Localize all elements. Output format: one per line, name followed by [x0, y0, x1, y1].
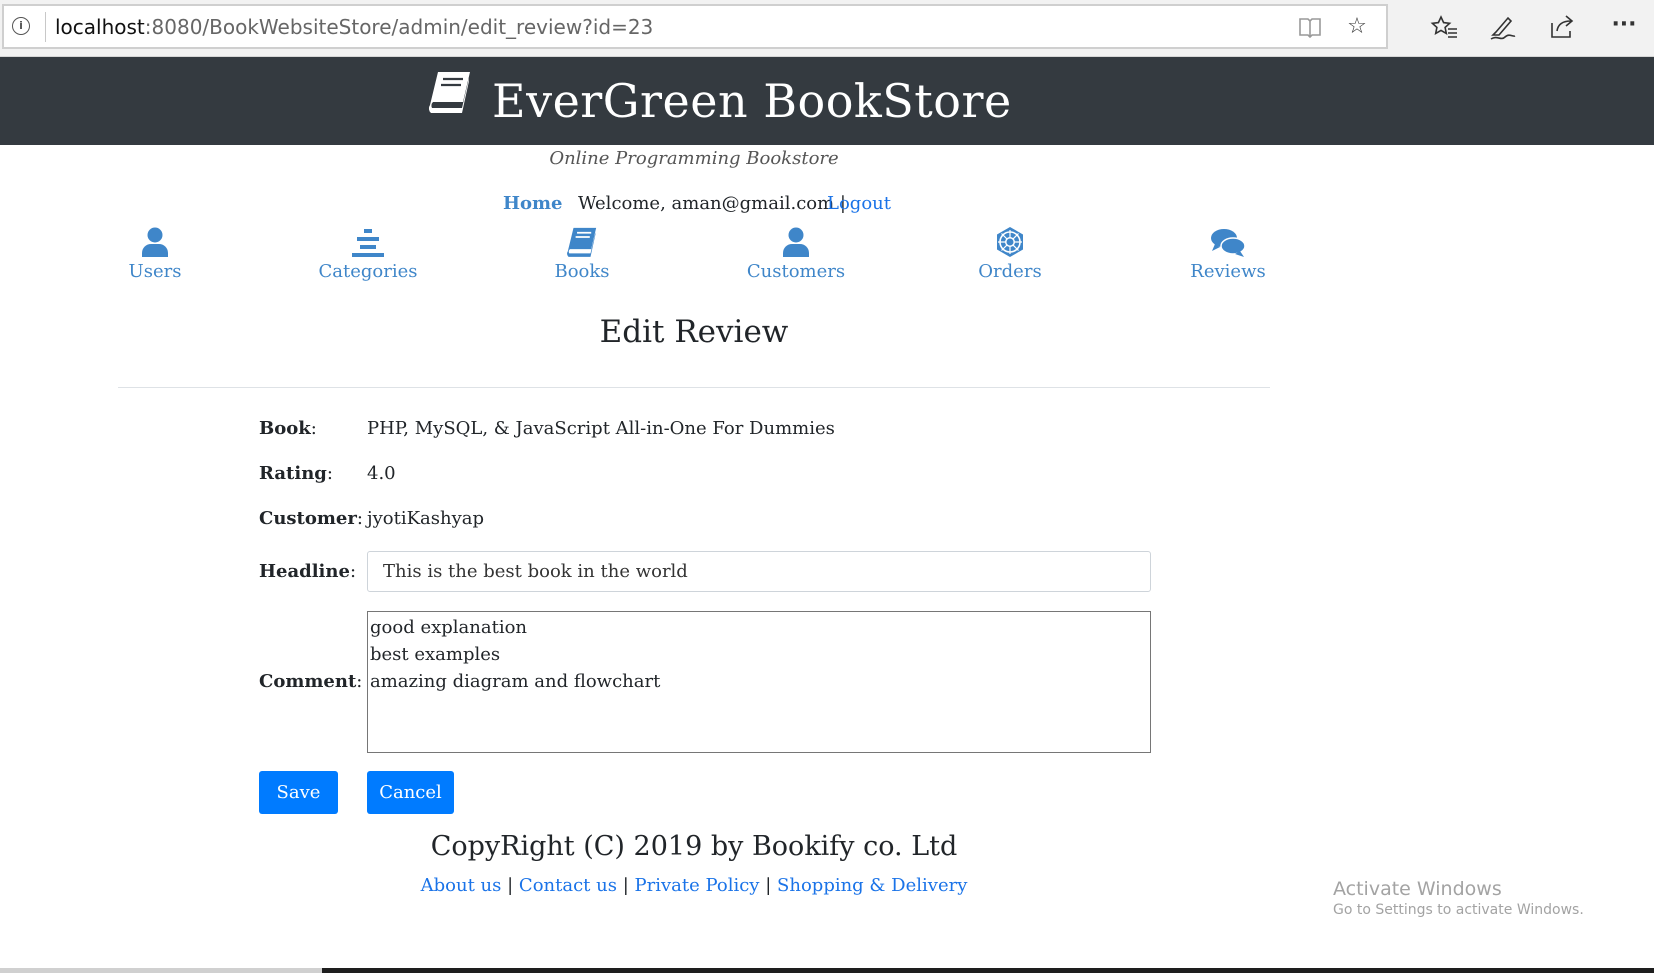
nav-item-categories[interactable]: Categories — [288, 226, 448, 282]
book-logo-icon — [426, 70, 474, 118]
nav-label-orders: Orders — [978, 261, 1042, 282]
activate-windows-hint: Go to Settings to activate Windows. — [1333, 902, 1584, 918]
nav-label-categories: Categories — [318, 261, 418, 282]
taskbar-edge-dark — [322, 968, 1654, 973]
rating-value: 4.0 — [367, 463, 396, 484]
nav-label-users: Users — [128, 261, 182, 282]
comments-icon — [1211, 229, 1246, 257]
comment-line: best examples — [370, 644, 501, 665]
footer-links: About us | Contact us | Private Policy |… — [0, 875, 1388, 896]
address-separator — [45, 12, 46, 42]
info-icon[interactable]: i — [12, 17, 30, 35]
copyright-text: CopyRight (C) 2019 by Bookify co. Ltd — [430, 831, 958, 862]
add-favorite-star-icon[interactable]: ☆ — [1342, 15, 1372, 39]
nav-item-books[interactable]: Books — [502, 226, 662, 282]
private-policy-link[interactable]: Private Policy — [635, 875, 760, 896]
nav-item-reviews[interactable]: Reviews — [1148, 226, 1308, 282]
site-tagline: Online Programming Bookstore — [549, 148, 839, 169]
contact-us-link[interactable]: Contact us — [519, 875, 617, 896]
nav-label-customers: Customers — [746, 261, 846, 282]
welcome-text: Welcome, aman@gmail.com | — [578, 193, 846, 214]
url-host: localhost — [55, 15, 145, 39]
save-button[interactable]: Save — [259, 771, 338, 814]
nav-item-customers[interactable]: Customers — [716, 226, 876, 282]
customer-label: Customer: — [259, 508, 363, 529]
nav-label-books: Books — [554, 261, 610, 282]
url-path: :8080/BookWebsiteStore/admin/edit_review… — [144, 15, 654, 39]
user-icon — [142, 227, 168, 257]
nav-item-orders[interactable]: Orders — [930, 226, 1090, 282]
shopping-delivery-link[interactable]: Shopping & Delivery — [777, 875, 967, 896]
comment-textarea[interactable]: good explanation best examples amazing d… — [367, 611, 1151, 753]
book-icon — [567, 227, 597, 257]
notes-pen-icon[interactable] — [1488, 15, 1518, 47]
book-value: PHP, MySQL, & JavaScript All-in-One For … — [367, 418, 835, 439]
home-link[interactable]: Home — [503, 193, 563, 214]
customer-icon — [783, 227, 809, 257]
categories-list-icon — [352, 229, 384, 257]
headline-label: Headline: — [259, 561, 357, 582]
customer-value: jyotiKashyap — [367, 508, 485, 529]
divider — [118, 387, 1270, 388]
url-text[interactable]: localhost:8080/BookWebsiteStore/admin/ed… — [55, 15, 653, 39]
site-title: EverGreen BookStore — [492, 74, 1012, 128]
footer-separator: | — [507, 875, 514, 896]
comment-label: Comment: — [259, 671, 363, 692]
about-us-link[interactable]: About us — [421, 875, 502, 896]
share-icon[interactable] — [1548, 15, 1578, 45]
book-label: Book: — [259, 418, 317, 439]
nav-item-users[interactable]: Users — [75, 226, 235, 282]
headline-input[interactable] — [367, 551, 1151, 592]
orders-emblem-icon — [997, 227, 1023, 257]
footer-separator: | — [765, 875, 772, 896]
page-title: Edit Review — [599, 314, 789, 350]
logout-link[interactable]: Logout — [827, 193, 891, 214]
nav-label-reviews: Reviews — [1190, 261, 1266, 282]
activate-windows-title: Activate Windows — [1333, 878, 1502, 900]
more-options-icon[interactable]: ··· — [1609, 13, 1639, 37]
rating-label: Rating: — [259, 463, 333, 484]
cancel-button[interactable]: Cancel — [367, 771, 454, 814]
reading-view-icon[interactable] — [1295, 16, 1325, 44]
favorites-list-icon[interactable] — [1429, 15, 1459, 45]
taskbar-edge — [0, 968, 322, 973]
footer-separator: | — [622, 875, 629, 896]
comment-line: good explanation — [370, 617, 527, 638]
comment-line: amazing diagram and flowchart — [370, 671, 661, 692]
